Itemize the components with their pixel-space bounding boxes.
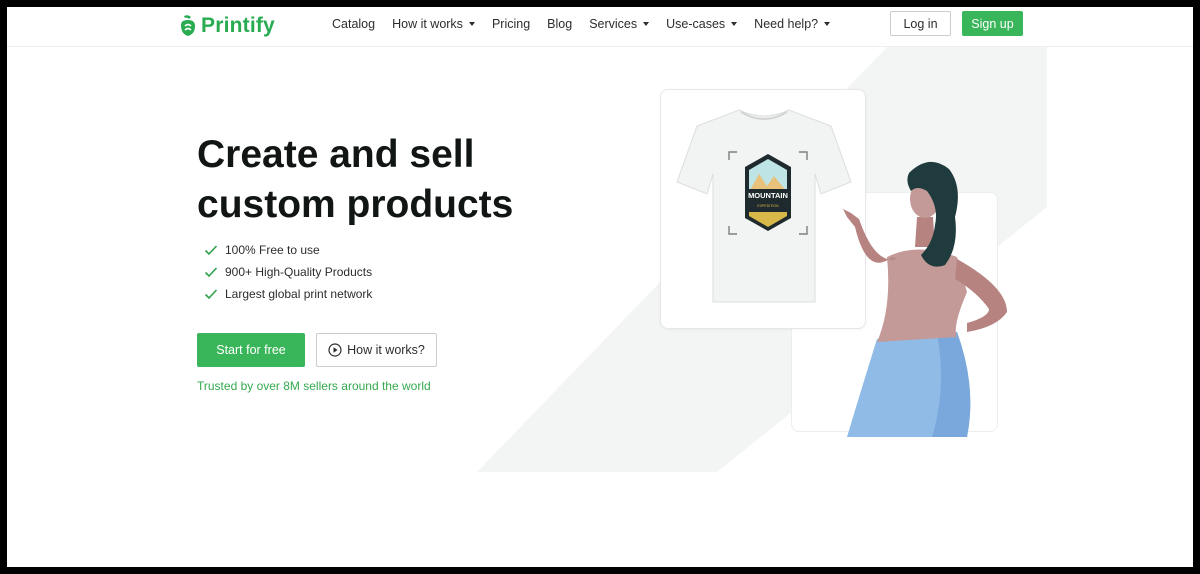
start-for-free-button[interactable]: Start for free xyxy=(197,333,305,367)
play-circle-icon xyxy=(328,343,342,357)
chevron-down-icon xyxy=(824,22,831,26)
nav-item-how-it-works[interactable]: How it works xyxy=(392,17,475,31)
nav-item-services[interactable]: Services xyxy=(589,17,650,31)
checkmark-icon xyxy=(204,267,218,278)
hero-title: Create and sell custom products xyxy=(197,130,577,230)
nav-item-blog[interactable]: Blog xyxy=(547,17,572,31)
checkmark-icon xyxy=(204,245,218,256)
browser-viewport: Printify Catalog How it works Pricing Bl… xyxy=(7,7,1193,567)
trusted-by-text: Trusted by over 8M sellers around the wo… xyxy=(197,379,431,393)
nav-item-label: How it works xyxy=(392,17,463,31)
printify-logo[interactable]: Printify xyxy=(179,11,275,41)
printify-logo-icon xyxy=(181,15,195,36)
nav-item-label: Services xyxy=(589,17,638,31)
hero-title-line-2: custom products xyxy=(197,183,514,226)
nav-item-catalog[interactable]: Catalog xyxy=(332,17,375,31)
feature-label: 100% Free to use xyxy=(225,243,320,257)
site-header: Printify Catalog How it works Pricing Bl… xyxy=(7,7,1193,47)
hero-title-line-1: Create and sell xyxy=(197,133,475,176)
nav-item-label: Catalog xyxy=(332,17,376,31)
brand-name: Printify xyxy=(201,14,275,37)
chevron-down-icon xyxy=(643,22,650,26)
feature-label: 900+ High-Quality Products xyxy=(225,265,373,279)
main-nav: Catalog How it works Pricing Blog Servic… xyxy=(332,7,847,41)
how-it-works-label: How it works? xyxy=(347,343,425,357)
checkmark-icon xyxy=(204,289,218,300)
feature-list: 100% Free to use 900+ High-Quality Produ… xyxy=(204,239,372,305)
feature-label: Largest global print network xyxy=(225,287,373,301)
login-button[interactable]: Log in xyxy=(890,11,951,36)
signup-button[interactable]: Sign up xyxy=(962,11,1023,36)
badge-subtext: EXPEDITION xyxy=(757,204,779,208)
list-item: 100% Free to use xyxy=(204,239,372,261)
chevron-down-icon xyxy=(731,22,738,26)
badge-text: MOUNTAIN xyxy=(748,191,788,200)
woman-illustration xyxy=(843,161,1007,437)
list-item: 900+ High-Quality Products xyxy=(204,261,372,283)
nav-item-use-cases[interactable]: Use-cases xyxy=(666,17,738,31)
nav-item-need-help[interactable]: Need help? xyxy=(754,17,831,31)
chevron-down-icon xyxy=(468,22,475,26)
nav-item-pricing[interactable]: Pricing xyxy=(492,17,530,31)
nav-item-label: Pricing xyxy=(491,17,531,31)
nav-item-label: Blog xyxy=(547,17,573,31)
how-it-works-button[interactable]: How it works? xyxy=(316,333,437,367)
nav-item-label: Need help? xyxy=(754,17,819,31)
nav-item-label: Use-cases xyxy=(666,17,726,31)
list-item: Largest global print network xyxy=(204,283,372,305)
